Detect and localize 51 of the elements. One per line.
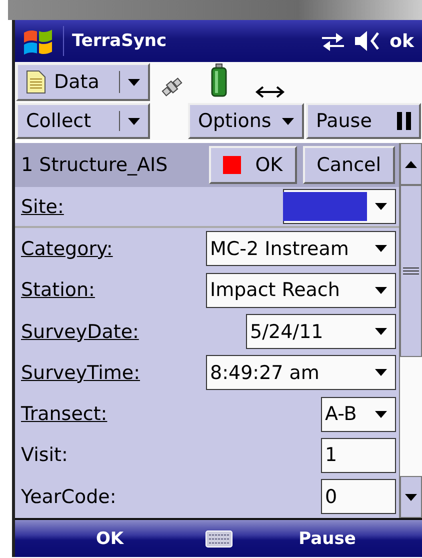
cancel-button[interactable]: Cancel xyxy=(302,146,395,184)
input-field[interactable]: 1 xyxy=(321,438,396,473)
caret-icon xyxy=(375,410,387,418)
keyboard-icon[interactable] xyxy=(204,530,232,548)
caret-icon xyxy=(375,328,387,336)
field-label: Transect: xyxy=(21,403,108,426)
caret-icon xyxy=(128,118,140,124)
caret-icon xyxy=(128,78,140,86)
options-menu-button[interactable]: Options xyxy=(188,103,304,139)
ok-button[interactable]: OK xyxy=(209,146,297,184)
ok-status[interactable]: ok xyxy=(390,30,414,52)
form-title: 1 Structure_AIS xyxy=(21,154,169,176)
caret-icon xyxy=(375,245,387,252)
field-label: SurveyTime: xyxy=(21,362,141,384)
collect-menu-button[interactable]: Collect xyxy=(16,103,150,139)
speaker-muted-icon[interactable] xyxy=(354,30,382,52)
ok-softkey[interactable]: OK xyxy=(15,528,204,548)
dropdown-field[interactable]: A-B xyxy=(321,396,396,432)
pause-softkey[interactable]: Pause xyxy=(232,528,422,548)
field-label: Site: xyxy=(21,196,65,218)
field-label: Station: xyxy=(21,279,96,302)
window-title: TerraSync xyxy=(72,31,168,51)
dropdown-field[interactable]: 8:49:27 am xyxy=(206,355,396,390)
stop-square-icon xyxy=(223,156,242,174)
satellite-icon[interactable] xyxy=(161,76,183,98)
field-label: Visit: xyxy=(21,444,69,466)
caret-icon xyxy=(375,286,387,294)
connectivity-icon[interactable] xyxy=(320,31,346,51)
scroll-up-button[interactable] xyxy=(400,143,422,185)
field-label: SurveyDate: xyxy=(21,320,140,343)
caret-icon xyxy=(375,203,387,210)
pause-button[interactable]: Pause xyxy=(306,103,421,139)
dropdown-field[interactable]: Impact Reach xyxy=(206,272,396,308)
up-arrow-icon xyxy=(405,160,417,168)
color-dropdown[interactable] xyxy=(283,189,396,224)
pause-icon xyxy=(397,112,411,130)
double-arrow-icon[interactable] xyxy=(255,86,285,98)
dropdown-field[interactable]: 5/24/11 xyxy=(246,314,396,350)
field-label: Category: xyxy=(21,238,114,260)
data-menu-button[interactable]: Data xyxy=(16,63,150,101)
down-arrow-icon xyxy=(405,494,417,500)
caret-icon xyxy=(375,369,387,376)
scrollbar-thumb[interactable] xyxy=(400,185,422,357)
grip-icon xyxy=(403,267,419,275)
caret-icon xyxy=(282,118,294,124)
dropdown-field[interactable]: MC-2 Instream xyxy=(206,231,396,266)
battery-icon[interactable] xyxy=(211,63,227,97)
document-icon xyxy=(26,70,46,94)
input-field[interactable]: 0 xyxy=(321,479,396,514)
scroll-down-button[interactable] xyxy=(400,476,422,518)
field-label: YearCode: xyxy=(21,486,118,508)
